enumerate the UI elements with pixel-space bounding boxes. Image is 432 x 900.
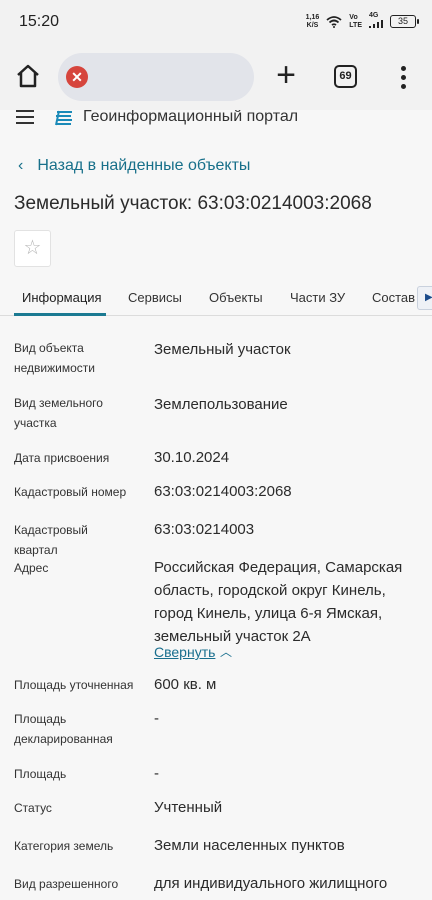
- tabs-icon[interactable]: 69: [334, 65, 357, 88]
- site-header: Геоинформационный портал: [0, 110, 432, 126]
- favorite-star-button[interactable]: ☆: [14, 230, 51, 267]
- property-label: Площадь декларированная: [14, 712, 113, 746]
- back-to-results-link[interactable]: ‹ Назад в найденные объекты: [18, 157, 250, 175]
- property-value: -: [154, 710, 159, 727]
- status-bar: 15:20 1,16 K/S Vo LTE 4G 35: [0, 0, 432, 44]
- stop-icon[interactable]: ✕: [66, 66, 88, 88]
- tab-parcel-parts[interactable]: Части ЗУ: [290, 290, 345, 305]
- property-label: Площадь уточненная: [14, 678, 134, 692]
- property-value: Земельный участок: [154, 341, 291, 358]
- tab-services[interactable]: Сервисы: [128, 290, 182, 305]
- property-value: Российская Федерация, Самарская область,…: [154, 559, 403, 645]
- property-value: Земли населенных пунктов: [154, 837, 345, 854]
- new-tab-button[interactable]: +: [272, 58, 300, 92]
- tab-information[interactable]: Информация: [22, 290, 102, 305]
- signal-icon: [369, 20, 383, 28]
- chevron-left-icon: ‹: [18, 157, 24, 174]
- menu-icon[interactable]: [396, 66, 410, 90]
- battery-icon: 35: [390, 15, 419, 28]
- status-time: 15:20: [19, 13, 60, 30]
- property-value: 63:03:0214003:2068: [154, 483, 292, 500]
- portal-title: Геоинформационный портал: [83, 110, 299, 125]
- property-label: Категория земель: [14, 839, 114, 853]
- tab-composition[interactable]: Состав: [372, 290, 415, 305]
- active-tab-indicator: [14, 313, 106, 316]
- tab-objects[interactable]: Объекты: [209, 290, 263, 305]
- page-content: Геоинформационный портал ‹ Назад в найде…: [0, 110, 432, 900]
- property-value: 30.10.2024: [154, 449, 230, 466]
- property-label: Дата присвоения: [14, 451, 110, 465]
- property-label: Кадастровый квартал: [14, 523, 88, 557]
- hamburger-icon[interactable]: [16, 110, 34, 124]
- wifi-icon: [326, 15, 342, 28]
- browser-toolbar: ✕ + 69: [0, 44, 432, 110]
- property-label: Адрес: [14, 561, 49, 575]
- back-link-label: Назад в найденные объекты: [37, 157, 251, 174]
- page-title: Земельный участок: 63:03:0214003:2068: [14, 193, 372, 214]
- property-label: Вид земельного участка: [14, 396, 103, 430]
- property-label: Кадастровый номер: [14, 485, 127, 499]
- volte-indicator: Vo LTE: [349, 13, 362, 29]
- property-value: 63:03:0214003: [154, 521, 255, 538]
- status-icons: 1,16 K/S Vo LTE 4G 35: [305, 12, 419, 31]
- property-label: Площадь: [14, 767, 67, 781]
- property-value: Учтенный: [154, 799, 223, 816]
- tabs-scroll-right-icon[interactable]: ▶: [417, 286, 432, 310]
- property-value: -: [154, 765, 159, 782]
- property-label: Вид разрешенного: [14, 877, 119, 891]
- network-speed: 1,16 K/S: [305, 13, 320, 29]
- property-value: для индивидуального жилищного: [154, 875, 388, 892]
- signal-indicator: 4G: [369, 12, 383, 31]
- property-value: Землепользование: [154, 396, 288, 413]
- property-label: Статус: [14, 801, 52, 815]
- collapse-address-link[interactable]: Свернуть: [154, 644, 215, 660]
- portal-logo-icon: [55, 110, 72, 126]
- info-tabs: Информация Сервисы Объекты Части ЗУ Сост…: [0, 280, 432, 316]
- address-bar[interactable]: ✕: [58, 53, 254, 101]
- home-icon[interactable]: [14, 62, 42, 90]
- property-label: Вид объекта недвижимости: [14, 341, 95, 375]
- chevron-up-icon[interactable]: ︿: [220, 643, 232, 660]
- property-value: 600 кв. м: [154, 676, 217, 693]
